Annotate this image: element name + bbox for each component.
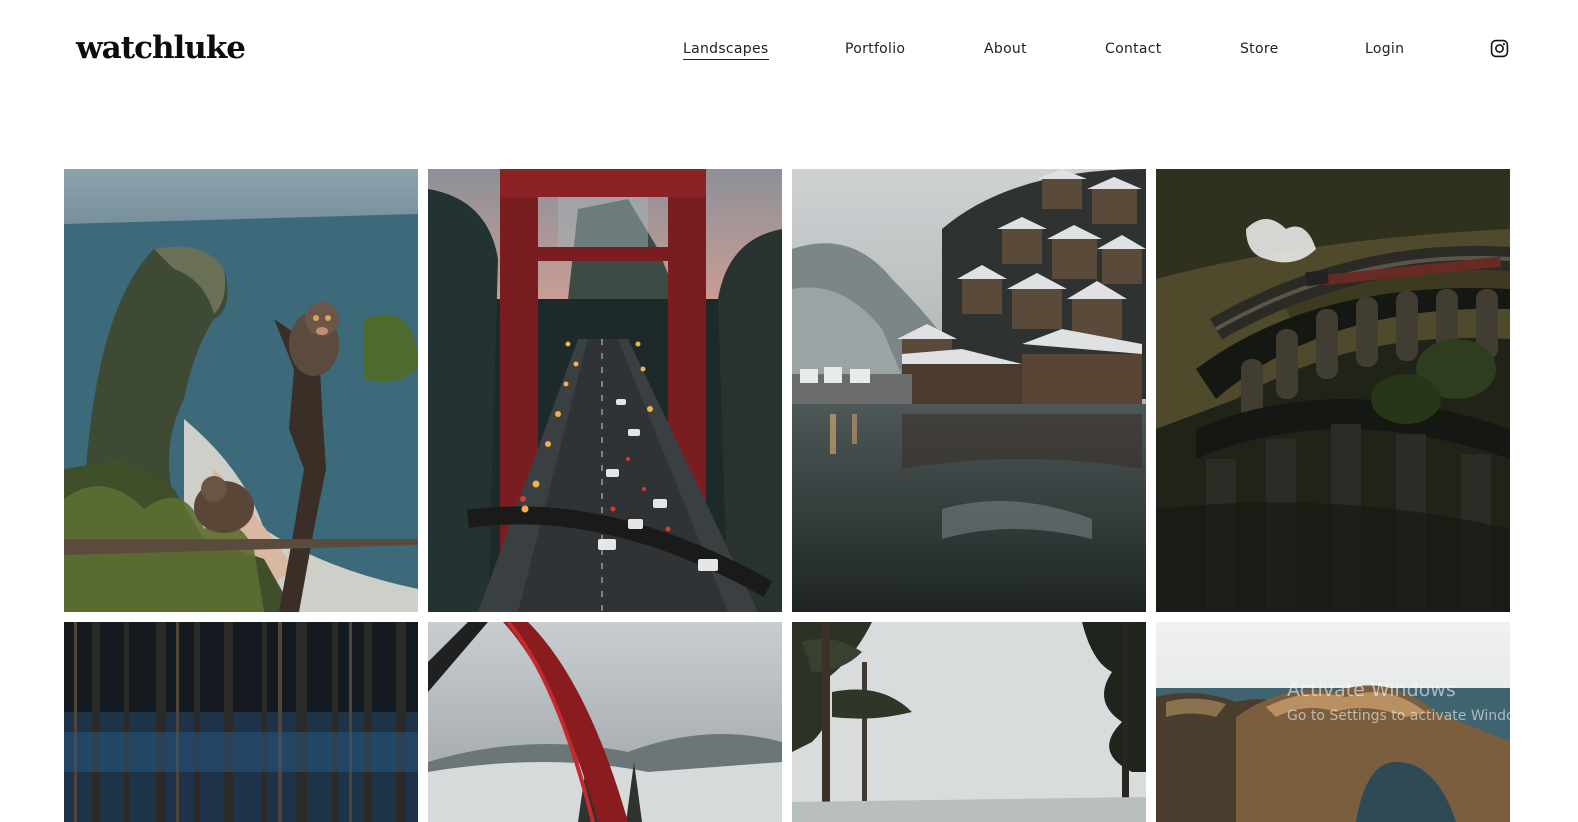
nav-contact[interactable]: Contact bbox=[1105, 40, 1162, 58]
nav-about[interactable]: About bbox=[984, 40, 1027, 58]
gallery-photo-rock-arch[interactable] bbox=[1156, 622, 1510, 822]
site-header: watchluke Landscapes Portfolio About Con… bbox=[0, 0, 1578, 100]
nav-store[interactable]: Store bbox=[1240, 40, 1279, 58]
gallery-photo-red-bridge[interactable] bbox=[428, 169, 782, 612]
nav-landscapes[interactable]: Landscapes bbox=[683, 40, 769, 60]
instagram-icon[interactable] bbox=[1490, 39, 1509, 58]
nav-login[interactable]: Login bbox=[1365, 40, 1404, 58]
gallery-photo-lakeside-village[interactable] bbox=[792, 169, 1146, 612]
site-logo[interactable]: watchluke bbox=[76, 28, 246, 68]
gallery-photo-monkey-cliff[interactable] bbox=[64, 169, 418, 612]
gallery-photo-red-railing[interactable] bbox=[428, 622, 782, 822]
gallery-photo-pine-trees[interactable] bbox=[792, 622, 1146, 822]
gallery-photo-dark-forest[interactable] bbox=[64, 622, 418, 822]
gallery-photo-train-viaduct[interactable] bbox=[1156, 169, 1510, 612]
nav-portfolio[interactable]: Portfolio bbox=[845, 40, 905, 58]
